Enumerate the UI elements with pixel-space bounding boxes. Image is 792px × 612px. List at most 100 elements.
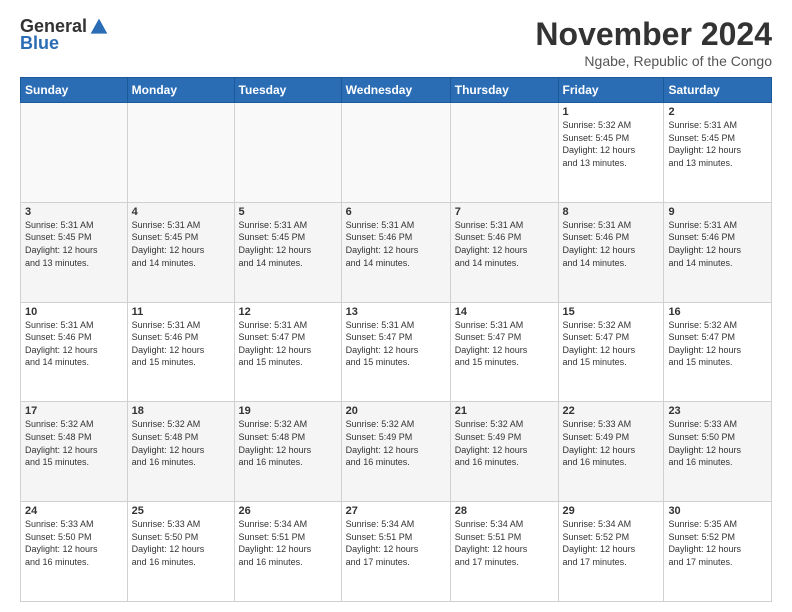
day-cell: 2Sunrise: 5:31 AM Sunset: 5:45 PM Daylig… <box>664 103 772 203</box>
day-cell: 1Sunrise: 5:32 AM Sunset: 5:45 PM Daylig… <box>558 103 664 203</box>
day-info: Sunrise: 5:31 AM Sunset: 5:45 PM Dayligh… <box>25 219 123 269</box>
col-monday: Monday <box>127 78 234 103</box>
day-cell: 18Sunrise: 5:32 AM Sunset: 5:48 PM Dayli… <box>127 402 234 502</box>
day-info: Sunrise: 5:31 AM Sunset: 5:45 PM Dayligh… <box>668 119 767 169</box>
day-cell: 16Sunrise: 5:32 AM Sunset: 5:47 PM Dayli… <box>664 302 772 402</box>
logo-blue: Blue <box>20 33 59 54</box>
day-info: Sunrise: 5:34 AM Sunset: 5:51 PM Dayligh… <box>346 518 446 568</box>
col-saturday: Saturday <box>664 78 772 103</box>
day-cell: 25Sunrise: 5:33 AM Sunset: 5:50 PM Dayli… <box>127 502 234 602</box>
day-number: 4 <box>132 206 230 218</box>
day-info: Sunrise: 5:32 AM Sunset: 5:48 PM Dayligh… <box>132 418 230 468</box>
day-number: 23 <box>668 405 767 417</box>
day-cell: 7Sunrise: 5:31 AM Sunset: 5:46 PM Daylig… <box>450 202 558 302</box>
calendar: Sunday Monday Tuesday Wednesday Thursday… <box>20 77 772 602</box>
day-info: Sunrise: 5:31 AM Sunset: 5:45 PM Dayligh… <box>239 219 337 269</box>
day-cell: 23Sunrise: 5:33 AM Sunset: 5:50 PM Dayli… <box>664 402 772 502</box>
day-cell: 9Sunrise: 5:31 AM Sunset: 5:46 PM Daylig… <box>664 202 772 302</box>
calendar-table: Sunday Monday Tuesday Wednesday Thursday… <box>20 77 772 602</box>
day-cell: 22Sunrise: 5:33 AM Sunset: 5:49 PM Dayli… <box>558 402 664 502</box>
page: General Blue November 2024 Ngabe, Republ… <box>0 0 792 612</box>
day-info: Sunrise: 5:31 AM Sunset: 5:47 PM Dayligh… <box>455 319 554 369</box>
location: Ngabe, Republic of the Congo <box>535 53 772 69</box>
week-row-1: 3Sunrise: 5:31 AM Sunset: 5:45 PM Daylig… <box>21 202 772 302</box>
day-number: 10 <box>25 306 123 318</box>
day-cell: 11Sunrise: 5:31 AM Sunset: 5:46 PM Dayli… <box>127 302 234 402</box>
day-info: Sunrise: 5:31 AM Sunset: 5:46 PM Dayligh… <box>346 219 446 269</box>
day-number: 6 <box>346 206 446 218</box>
day-cell: 14Sunrise: 5:31 AM Sunset: 5:47 PM Dayli… <box>450 302 558 402</box>
day-info: Sunrise: 5:31 AM Sunset: 5:46 PM Dayligh… <box>132 319 230 369</box>
day-number: 13 <box>346 306 446 318</box>
day-cell <box>21 103 128 203</box>
col-friday: Friday <box>558 78 664 103</box>
day-number: 20 <box>346 405 446 417</box>
day-info: Sunrise: 5:32 AM Sunset: 5:48 PM Dayligh… <box>239 418 337 468</box>
col-thursday: Thursday <box>450 78 558 103</box>
day-info: Sunrise: 5:32 AM Sunset: 5:48 PM Dayligh… <box>25 418 123 468</box>
day-number: 14 <box>455 306 554 318</box>
day-info: Sunrise: 5:35 AM Sunset: 5:52 PM Dayligh… <box>668 518 767 568</box>
day-cell: 29Sunrise: 5:34 AM Sunset: 5:52 PM Dayli… <box>558 502 664 602</box>
day-cell <box>127 103 234 203</box>
day-info: Sunrise: 5:31 AM Sunset: 5:45 PM Dayligh… <box>132 219 230 269</box>
logo-icon <box>89 17 109 37</box>
day-cell: 19Sunrise: 5:32 AM Sunset: 5:48 PM Dayli… <box>234 402 341 502</box>
day-number: 8 <box>563 206 660 218</box>
day-number: 3 <box>25 206 123 218</box>
day-cell <box>450 103 558 203</box>
day-cell: 17Sunrise: 5:32 AM Sunset: 5:48 PM Dayli… <box>21 402 128 502</box>
day-number: 5 <box>239 206 337 218</box>
logo: General Blue <box>20 16 109 54</box>
day-number: 28 <box>455 505 554 517</box>
day-info: Sunrise: 5:31 AM Sunset: 5:46 PM Dayligh… <box>455 219 554 269</box>
day-number: 22 <box>563 405 660 417</box>
day-number: 21 <box>455 405 554 417</box>
day-info: Sunrise: 5:31 AM Sunset: 5:46 PM Dayligh… <box>668 219 767 269</box>
day-cell: 28Sunrise: 5:34 AM Sunset: 5:51 PM Dayli… <box>450 502 558 602</box>
title-area: November 2024 Ngabe, Republic of the Con… <box>535 16 772 69</box>
day-number: 25 <box>132 505 230 517</box>
day-number: 17 <box>25 405 123 417</box>
month-title: November 2024 <box>535 16 772 53</box>
week-row-4: 24Sunrise: 5:33 AM Sunset: 5:50 PM Dayli… <box>21 502 772 602</box>
week-row-3: 17Sunrise: 5:32 AM Sunset: 5:48 PM Dayli… <box>21 402 772 502</box>
day-number: 12 <box>239 306 337 318</box>
day-cell: 26Sunrise: 5:34 AM Sunset: 5:51 PM Dayli… <box>234 502 341 602</box>
week-row-2: 10Sunrise: 5:31 AM Sunset: 5:46 PM Dayli… <box>21 302 772 402</box>
day-cell: 12Sunrise: 5:31 AM Sunset: 5:47 PM Dayli… <box>234 302 341 402</box>
day-number: 26 <box>239 505 337 517</box>
day-cell: 8Sunrise: 5:31 AM Sunset: 5:46 PM Daylig… <box>558 202 664 302</box>
day-info: Sunrise: 5:34 AM Sunset: 5:52 PM Dayligh… <box>563 518 660 568</box>
day-number: 11 <box>132 306 230 318</box>
day-number: 15 <box>563 306 660 318</box>
day-cell: 5Sunrise: 5:31 AM Sunset: 5:45 PM Daylig… <box>234 202 341 302</box>
col-wednesday: Wednesday <box>341 78 450 103</box>
day-info: Sunrise: 5:31 AM Sunset: 5:47 PM Dayligh… <box>239 319 337 369</box>
day-number: 30 <box>668 505 767 517</box>
day-cell: 13Sunrise: 5:31 AM Sunset: 5:47 PM Dayli… <box>341 302 450 402</box>
day-cell: 20Sunrise: 5:32 AM Sunset: 5:49 PM Dayli… <box>341 402 450 502</box>
day-cell: 21Sunrise: 5:32 AM Sunset: 5:49 PM Dayli… <box>450 402 558 502</box>
day-cell <box>234 103 341 203</box>
day-info: Sunrise: 5:31 AM Sunset: 5:47 PM Dayligh… <box>346 319 446 369</box>
day-number: 7 <box>455 206 554 218</box>
day-number: 27 <box>346 505 446 517</box>
day-info: Sunrise: 5:32 AM Sunset: 5:47 PM Dayligh… <box>563 319 660 369</box>
day-number: 2 <box>668 106 767 118</box>
day-cell: 27Sunrise: 5:34 AM Sunset: 5:51 PM Dayli… <box>341 502 450 602</box>
day-cell <box>341 103 450 203</box>
header-row: Sunday Monday Tuesday Wednesday Thursday… <box>21 78 772 103</box>
day-info: Sunrise: 5:32 AM Sunset: 5:47 PM Dayligh… <box>668 319 767 369</box>
col-tuesday: Tuesday <box>234 78 341 103</box>
header: General Blue November 2024 Ngabe, Republ… <box>20 16 772 69</box>
day-cell: 24Sunrise: 5:33 AM Sunset: 5:50 PM Dayli… <box>21 502 128 602</box>
day-cell: 4Sunrise: 5:31 AM Sunset: 5:45 PM Daylig… <box>127 202 234 302</box>
day-cell: 10Sunrise: 5:31 AM Sunset: 5:46 PM Dayli… <box>21 302 128 402</box>
day-info: Sunrise: 5:31 AM Sunset: 5:46 PM Dayligh… <box>25 319 123 369</box>
day-info: Sunrise: 5:32 AM Sunset: 5:49 PM Dayligh… <box>455 418 554 468</box>
day-cell: 30Sunrise: 5:35 AM Sunset: 5:52 PM Dayli… <box>664 502 772 602</box>
day-number: 16 <box>668 306 767 318</box>
col-sunday: Sunday <box>21 78 128 103</box>
day-info: Sunrise: 5:33 AM Sunset: 5:50 PM Dayligh… <box>132 518 230 568</box>
